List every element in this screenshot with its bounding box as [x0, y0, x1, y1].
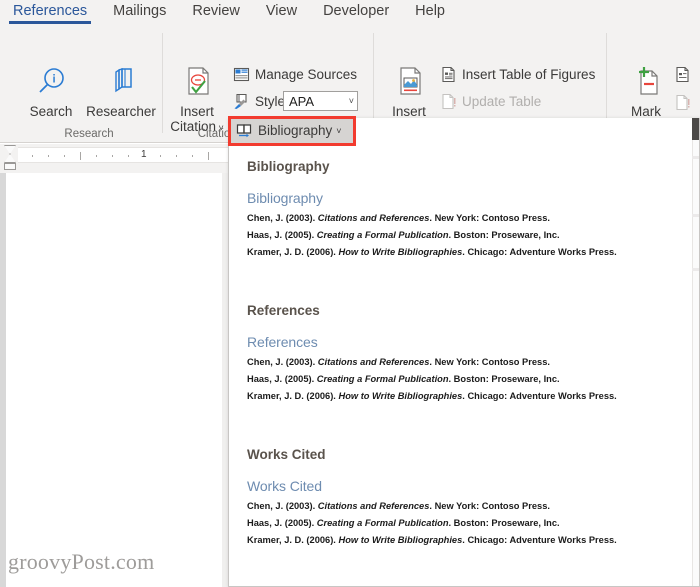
tab-review[interactable]: Review	[179, 0, 253, 19]
chevron-down-icon[interactable]: ˅	[349, 96, 354, 106]
insert-index-button[interactable]	[674, 66, 696, 83]
first-line-indent-marker[interactable]	[4, 145, 16, 154]
citation-entry: Haas, J. (2005). Creating a Formal Publi…	[247, 518, 560, 528]
hanging-indent-marker[interactable]	[4, 154, 16, 163]
style-control[interactable]: Style:	[233, 93, 289, 110]
insert-citation-label-1: Insert	[180, 104, 214, 119]
insert-table-of-figures-label: Insert Table of Figures	[462, 67, 596, 82]
bibliography-label: Bibliography	[258, 123, 333, 138]
citation-entry: Chen, J. (2003). Citations and Reference…	[247, 357, 550, 367]
style-combobox-value: APA	[289, 93, 315, 109]
ruler-mark-1: 1	[141, 149, 147, 160]
gallery-item[interactable]: References References Chen, J. (2003). C…	[229, 257, 692, 401]
style-brush-icon	[233, 93, 250, 110]
tab-help-label: Help	[415, 3, 445, 19]
tab-view-label: View	[265, 3, 298, 19]
search-button-label: Search	[29, 104, 73, 119]
gallery-item-name: References	[247, 303, 320, 318]
search-info-icon	[20, 60, 82, 104]
insert-index-icon	[674, 66, 691, 83]
update-table-icon	[440, 93, 457, 110]
tab-view[interactable]: View	[253, 0, 310, 19]
mark-entry-icon	[618, 60, 674, 104]
dropdown-scrollbar-thumb[interactable]	[692, 118, 699, 140]
preview-heading: Bibliography	[247, 190, 323, 206]
researcher-button[interactable]: Researcher	[82, 60, 160, 119]
watermark-groovypost: groovyPost.com	[8, 549, 155, 574]
group-label-research: Research	[64, 128, 114, 140]
document-page[interactable]	[6, 173, 222, 587]
table-of-figures-icon	[440, 66, 457, 83]
dropdown-scrollbar[interactable]	[692, 118, 699, 586]
document-area	[0, 173, 228, 587]
manage-sources-button[interactable]: Manage Sources	[233, 66, 357, 83]
manage-sources-icon	[233, 66, 250, 83]
citation-entry: Kramer, J. D. (2006). How to Write Bibli…	[247, 391, 617, 401]
citation-entry: Chen, J. (2003). Citations and Reference…	[247, 213, 550, 223]
mark-entry-label-1: Mark	[631, 104, 661, 119]
citation-entry: Chen, J. (2003). Citations and Reference…	[247, 501, 550, 511]
insert-table-of-figures-button[interactable]: Insert Table of Figures	[440, 66, 595, 83]
style-combobox[interactable]: APA ˅	[283, 91, 358, 111]
insert-caption-icon	[378, 60, 440, 104]
preview-heading: Works Cited	[247, 478, 322, 494]
tab-help[interactable]: Help	[402, 0, 458, 19]
preview-heading: References	[247, 334, 318, 350]
citation-entry: Kramer, J. D. (2006). How to Write Bibli…	[247, 535, 617, 545]
left-indent-marker[interactable]	[4, 163, 16, 170]
ribbon-tab-strip: References Mailings Review View Develope…	[0, 0, 700, 28]
gallery-item-preview: Works Cited Chen, J. (2003). Citations a…	[247, 462, 692, 545]
tab-mailings[interactable]: Mailings	[100, 0, 179, 19]
ruler-area: 1	[0, 144, 228, 173]
search-button[interactable]: Search	[20, 60, 82, 119]
tab-developer[interactable]: Developer	[310, 0, 402, 19]
bibliography-dropdown: Built-In Bibliography Bibliography Chen,…	[228, 118, 700, 587]
manage-sources-label: Manage Sources	[255, 67, 358, 82]
bibliography-button[interactable]: Bibliography ˅	[236, 122, 342, 139]
word-window: References Mailings Review View Develope…	[0, 0, 700, 587]
citation-entry: Kramer, J. D. (2006). How to Write Bibli…	[247, 247, 617, 257]
bibliography-icon	[236, 122, 253, 139]
group-separator-1	[162, 33, 163, 133]
gallery-item[interactable]: Works Cited Works Cited Chen, J. (2003).…	[229, 401, 692, 545]
tab-review-label: Review	[192, 3, 240, 19]
gallery-item-preview: Bibliography Chen, J. (2003). Citations …	[247, 174, 692, 257]
citation-entry: Haas, J. (2005). Creating a Formal Publi…	[247, 230, 560, 240]
researcher-button-label: Researcher	[86, 104, 156, 119]
tab-references-label: References	[13, 3, 88, 19]
update-table-label: Update Table	[462, 94, 542, 109]
citation-entry: Haas, J. (2005). Creating a Formal Publi…	[247, 374, 560, 384]
chevron-down-icon[interactable]: ˅	[336, 126, 341, 136]
tab-references[interactable]: References	[0, 0, 100, 24]
update-index-icon	[674, 94, 691, 111]
gallery-item-name: Bibliography	[247, 159, 330, 174]
tab-mailings-label: Mailings	[113, 3, 167, 19]
gallery-item-name: Works Cited	[247, 447, 326, 462]
insert-caption-label-1: Insert	[392, 104, 426, 119]
tab-developer-label: Developer	[323, 3, 390, 19]
gallery-item-preview: References Chen, J. (2003). Citations an…	[247, 318, 692, 401]
update-index-button	[674, 94, 696, 111]
insert-citation-icon	[166, 60, 228, 104]
books-icon	[82, 60, 160, 104]
gallery-item[interactable]: Bibliography Bibliography Chen, J. (2003…	[229, 143, 692, 257]
update-table-button: Update Table	[440, 93, 541, 110]
horizontal-ruler[interactable]: 1	[18, 147, 228, 163]
insert-citation-button[interactable]: Insert Citation ˅	[166, 60, 228, 136]
